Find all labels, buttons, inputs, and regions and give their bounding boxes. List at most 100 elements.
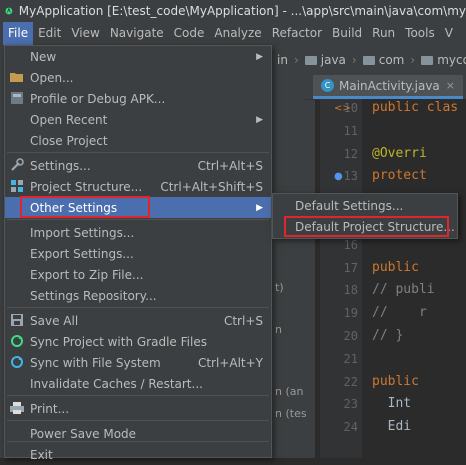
breadcrumb-label: java: [320, 53, 346, 67]
menu-item-label: Power Save Mode: [30, 426, 137, 441]
menu-item-label: Default Settings...: [295, 198, 404, 213]
menu-item-label: Save All: [30, 313, 79, 328]
code-line: Edi: [372, 419, 412, 435]
menu-file[interactable]: File: [3, 22, 34, 45]
menu-item-print[interactable]: Print...: [5, 398, 271, 419]
breadcrumb-item[interactable]: in: [277, 53, 288, 67]
menu-item-settings[interactable]: Settings... Ctrl+Alt+S: [5, 155, 271, 176]
line-number-gutter: 101112131415161718192021222324<>●: [320, 99, 362, 458]
wrench-icon: [9, 157, 25, 173]
menu-tools[interactable]: Tools: [400, 22, 440, 45]
window-title: MyApplication [E:\test_code\MyApplicatio…: [18, 4, 466, 18]
code-editor[interactable]: public clas@Overriprotectsspublic// publ…: [362, 99, 466, 458]
java-class-icon: C: [321, 79, 334, 92]
menu-item-sync-project-with-gradle-files[interactable]: Sync Project with Gradle Files: [5, 331, 271, 352]
tab-main-activity[interactable]: C MainActivity.java ×: [313, 75, 463, 99]
menu-item-save-all[interactable]: Save All Ctrl+S: [5, 310, 271, 331]
menu-separator: [7, 307, 269, 308]
breadcrumb-item[interactable]: java: [304, 53, 346, 67]
menu-item-settings-repository[interactable]: Settings Repository...: [5, 285, 271, 306]
menu-item-shortcut: Ctrl+Alt+Y: [197, 355, 263, 370]
menu-item-label: Invalidate Caches / Restart...: [30, 376, 203, 391]
line-number: 12: [343, 146, 358, 161]
project-tree-fragment: t): [275, 281, 284, 294]
menu-item-open[interactable]: Open...: [5, 67, 271, 88]
line-number: 16: [343, 237, 358, 252]
breadcrumb-separator: ›: [351, 53, 357, 67]
menu-build[interactable]: Build: [327, 22, 367, 45]
menu-item-export-to-zip-file[interactable]: Export to Zip File...: [5, 264, 271, 285]
menu-refactor[interactable]: Refactor: [267, 22, 327, 45]
menu-item-label: Print...: [30, 401, 70, 416]
menu-item-shortcut: Ctrl+S: [223, 313, 263, 328]
gradle-sync-icon: [9, 333, 25, 349]
menu-item-invalidate-caches-restart[interactable]: Invalidate Caches / Restart...: [5, 373, 271, 394]
menu-analyze[interactable]: Analyze: [209, 22, 266, 45]
menu-navigate[interactable]: Navigate: [105, 22, 169, 45]
menu-item-export-settings[interactable]: Export Settings...: [5, 243, 271, 264]
menu-v[interactable]: V: [440, 22, 458, 45]
menu-item-shortcut: Ctrl+Alt+Shift+S: [160, 179, 263, 194]
breadcrumb-item[interactable]: mycor: [421, 53, 466, 67]
breadcrumb-separator: ›: [410, 53, 416, 67]
menu-item-close-project[interactable]: Close Project: [5, 130, 271, 151]
menu-item-label: Settings...: [30, 158, 91, 173]
print-icon: [9, 400, 25, 416]
save-icon: [9, 312, 25, 328]
folder-icon: [421, 55, 434, 65]
code-line: public: [372, 373, 419, 389]
menu-item-label: Profile or Debug APK...: [30, 91, 166, 106]
line-number: 20: [343, 329, 358, 343]
menu-item-label: Open...: [30, 70, 74, 85]
editor-tab-bar: C MainActivity.java ×: [305, 75, 466, 100]
line-number: 13: [343, 169, 358, 184]
tab-label: MainActivity.java: [339, 78, 440, 93]
menu-item-project-structure[interactable]: Project Structure... Ctrl+Alt+Shift+S: [5, 176, 271, 197]
submenu-item-default-settings[interactable]: Default Settings...: [273, 195, 457, 216]
menu-item-profile-or-debug-apk[interactable]: Profile or Debug APK...: [5, 88, 271, 109]
line-number: 18: [343, 283, 358, 298]
menu-separator: [7, 395, 269, 396]
menu-item-label: New: [30, 49, 57, 64]
menu-item-exit[interactable]: Exit: [5, 444, 271, 465]
code-line: @Overri: [372, 145, 427, 161]
line-number: 19: [343, 306, 358, 321]
submenu-arrow-icon: ▶: [256, 114, 263, 125]
menu-item-other-settings[interactable]: Other Settings ▶: [5, 197, 271, 218]
close-tab-icon[interactable]: ×: [446, 79, 455, 92]
other-settings-submenu: Default Settings... Default Project Struc…: [272, 193, 458, 239]
override-gutter-icon[interactable]: ●: [334, 171, 343, 182]
submenu-item-default-project-structure[interactable]: Default Project Structure...: [273, 216, 457, 237]
project-structure-icon: [9, 178, 25, 194]
submenu-arrow-icon: ▶: [256, 51, 263, 62]
android-studio-logo-icon: [5, 7, 13, 15]
menu-item-shortcut: Ctrl+Alt+S: [197, 158, 263, 173]
menu-code[interactable]: Code: [169, 22, 210, 45]
menu-run[interactable]: Run: [367, 22, 400, 45]
line-number: 24: [343, 420, 358, 435]
menu-view[interactable]: View: [66, 22, 104, 45]
menu-item-new[interactable]: New ▶: [5, 46, 271, 67]
menu-edit[interactable]: Edit: [33, 22, 66, 45]
menu-separator: [7, 420, 269, 421]
class-gutter-icon[interactable]: <>: [334, 103, 351, 114]
breadcrumb-item[interactable]: com: [362, 53, 405, 67]
navigation-bar: in › java › com › mycor: [275, 45, 466, 75]
menu-item-open-recent[interactable]: Open Recent ▶: [5, 109, 271, 130]
profile-apk-icon: [9, 90, 25, 106]
line-number: 17: [343, 260, 358, 275]
line-number: 21: [343, 351, 358, 366]
menu-item-label: Sync Project with Gradle Files: [30, 334, 207, 349]
menu-item-label: Sync with File System: [30, 355, 161, 370]
menu-item-label: Export Settings...: [30, 246, 134, 261]
folder-icon: [304, 55, 317, 65]
menu-item-label: Settings Repository...: [30, 288, 157, 303]
menu-separator: [7, 219, 269, 220]
line-number: 23: [343, 397, 358, 412]
menu-item-sync-with-file-system[interactable]: Sync with File System Ctrl+Alt+Y: [5, 352, 271, 373]
menu-item-import-settings[interactable]: Import Settings...: [5, 222, 271, 243]
project-tree-fragment: n (an: [275, 385, 304, 398]
submenu-arrow-icon: ▶: [256, 202, 263, 213]
breadcrumb-label: mycor: [437, 53, 466, 67]
breadcrumb-label: com: [378, 53, 405, 67]
